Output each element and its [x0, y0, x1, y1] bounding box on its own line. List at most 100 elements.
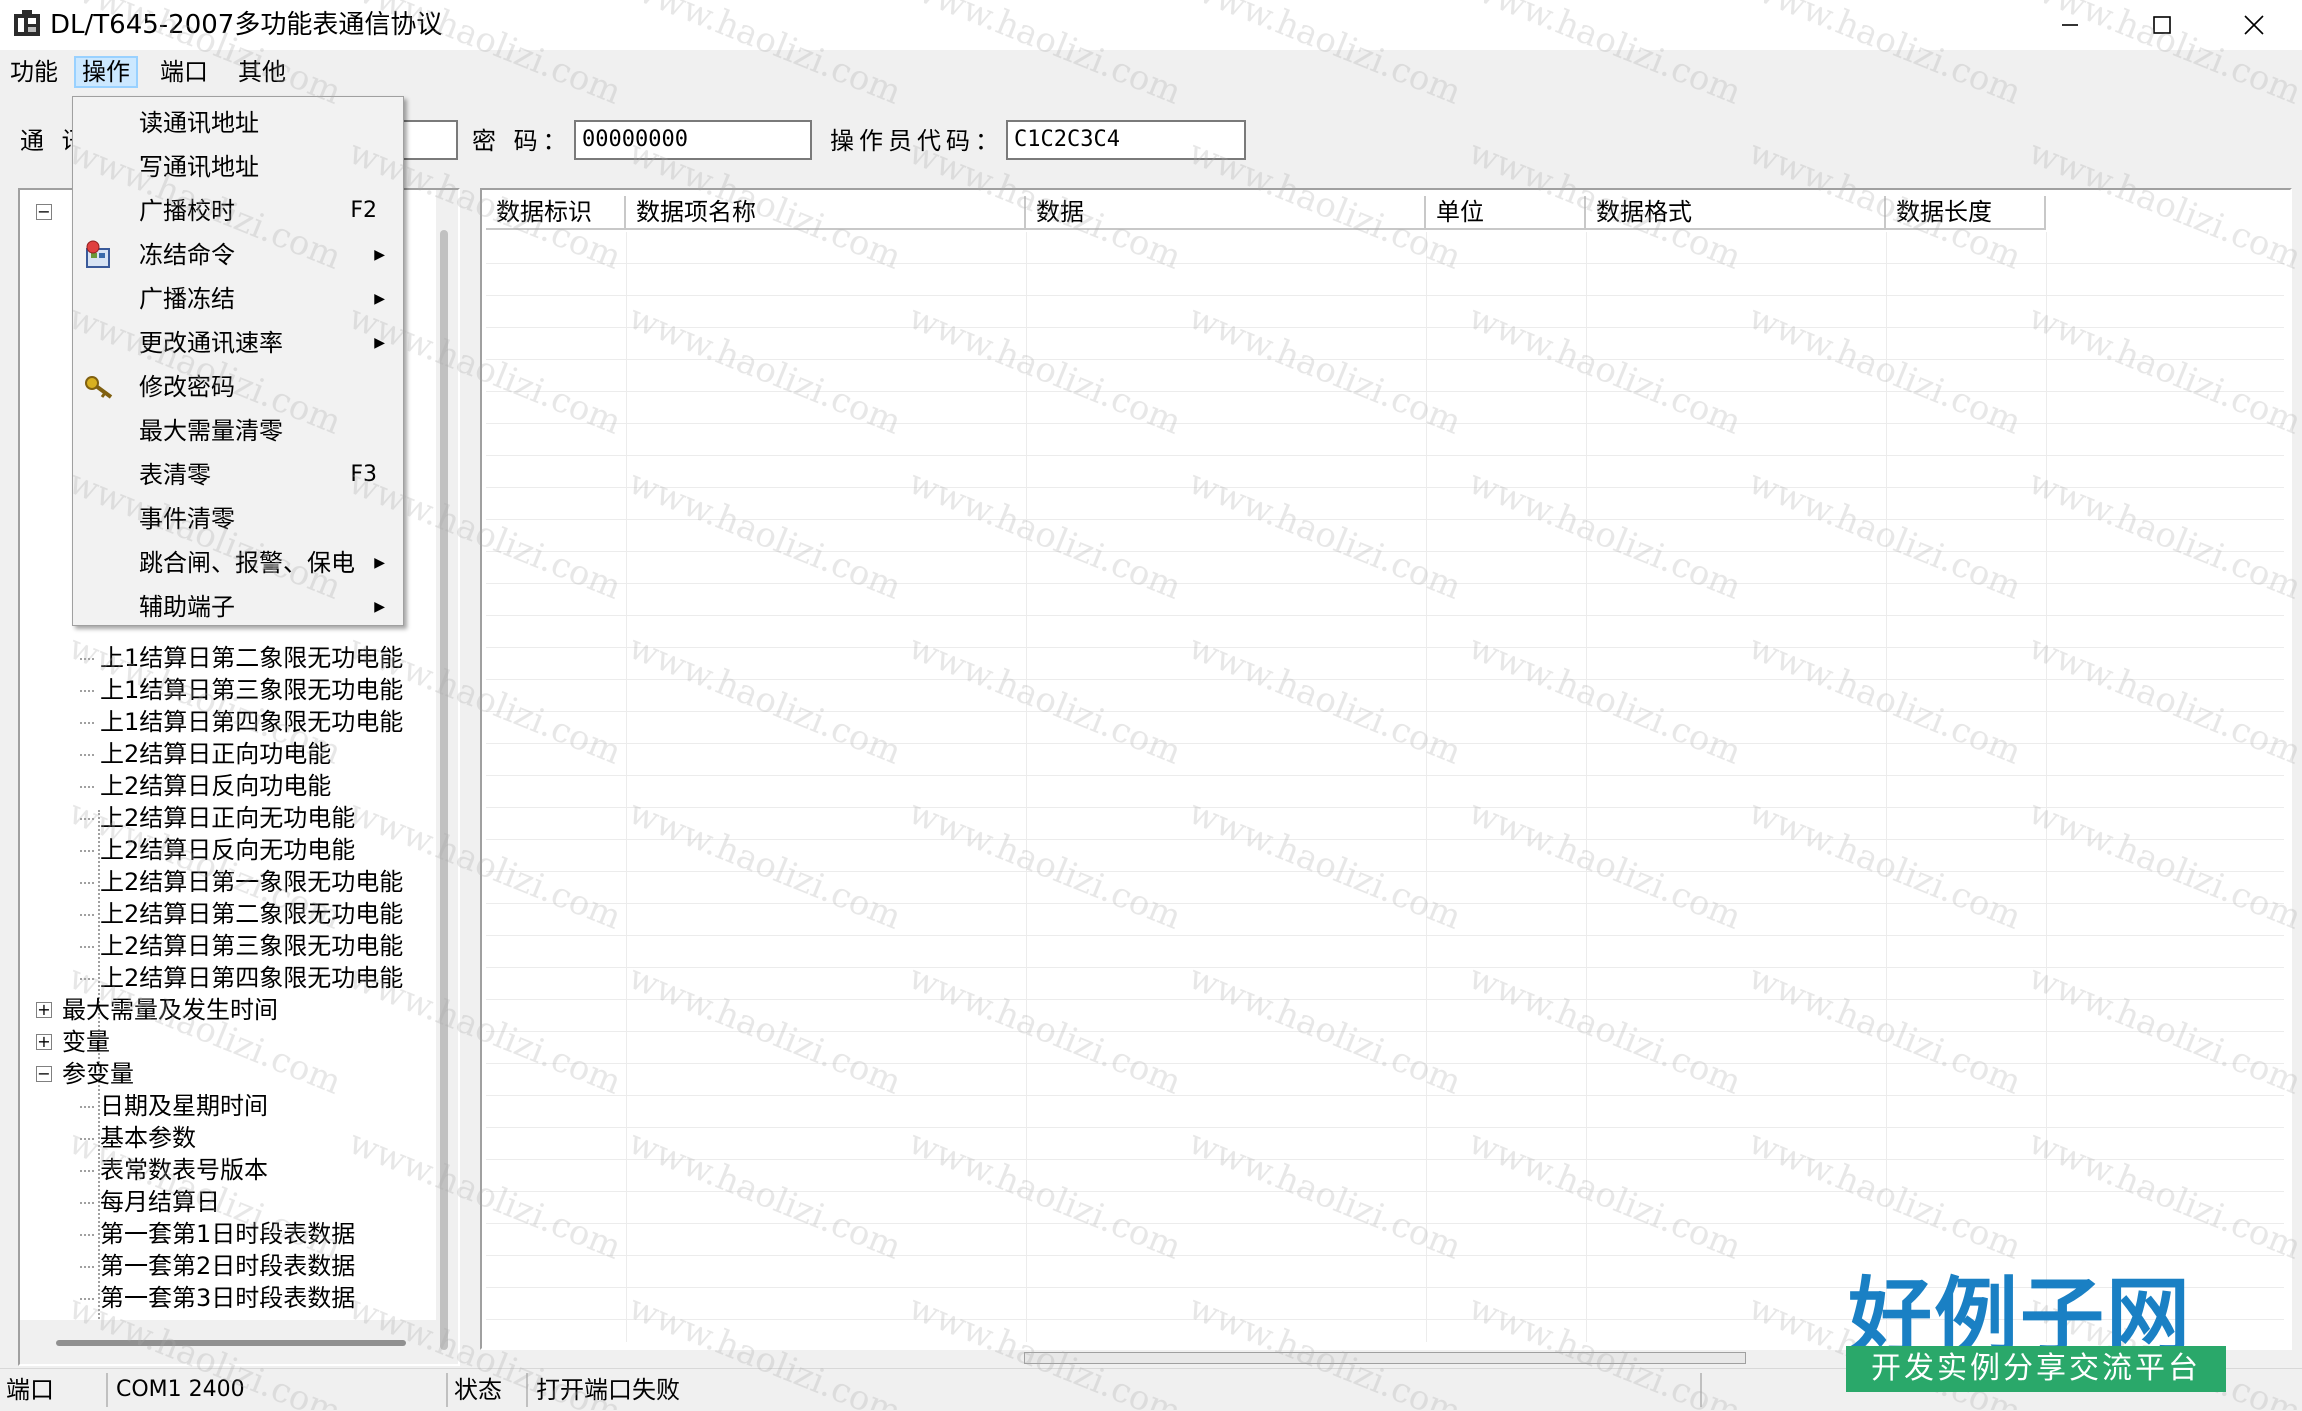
operator-label: 操作员代码： — [830, 127, 1004, 155]
tree-connector — [80, 1138, 94, 1140]
menu-item-label: 广播冻结 — [139, 285, 235, 313]
tree-expander[interactable]: + — [36, 1034, 52, 1050]
minimize-icon — [2062, 24, 2078, 26]
tree-item[interactable]: 第一套第2日时段表数据 — [100, 1250, 355, 1282]
menu-item[interactable]: 跳合闸、报警、保电 ▶ — [73, 541, 403, 585]
column-header-unit[interactable]: 单位 — [1426, 196, 1586, 230]
menu-item[interactable]: 最大需量清零 — [73, 409, 403, 453]
tree-item[interactable]: 上2结算日第二象限无功电能 — [100, 898, 403, 930]
tree-connector — [80, 1298, 94, 1300]
menu-item[interactable]: 读通讯地址 — [73, 101, 403, 145]
menu-item[interactable]: 冻结命令 ▶ — [73, 233, 403, 277]
column-header-item-name[interactable]: 数据项名称 — [626, 196, 1026, 230]
tree-item[interactable]: 上1结算日第二象限无功电能 — [100, 642, 403, 674]
grid-body[interactable] — [486, 232, 2284, 1342]
menu-port[interactable]: 端口 — [154, 56, 214, 88]
tree-item[interactable]: 变量 — [62, 1026, 110, 1058]
tree-expander[interactable]: − — [36, 1066, 52, 1082]
column-header-data[interactable]: 数据 — [1026, 196, 1426, 230]
maximize-icon — [2153, 16, 2171, 34]
menu-item[interactable]: 辅助端子 ▶ — [73, 585, 403, 629]
status-separator — [526, 1373, 528, 1407]
tree-item[interactable]: 每月结算日 — [100, 1186, 220, 1218]
menu-item[interactable]: 修改密码 — [73, 365, 403, 409]
tree-item[interactable]: 上1结算日第四象限无功电能 — [100, 706, 403, 738]
menu-item[interactable]: 更改通讯速率 ▶ — [73, 321, 403, 365]
menu-other[interactable]: 其他 — [232, 56, 292, 88]
status-port-value: COM1 2400 — [116, 1377, 245, 1402]
operation-menu-dropdown: 读通讯地址 写通讯地址 广播校时 F2 冻结命令 ▶ 广播冻结 ▶ 更改通讯速率 ▶ 修改密码 最大需… — [72, 96, 404, 626]
menu-item-label: 冻结命令 — [139, 241, 235, 269]
menu-item-label: 辅助端子 — [139, 593, 235, 621]
column-header-length[interactable]: 数据长度 — [1886, 196, 2046, 230]
logo-sub-text: 开发实例分享交流平台 — [1846, 1346, 2226, 1392]
tree-item[interactable]: 第一套第1日时段表数据 — [100, 1218, 355, 1250]
operator-input[interactable]: C1C2C3C4 — [1006, 120, 1246, 160]
tree-connector — [80, 882, 94, 884]
tree-item[interactable]: 日期及星期时间 — [100, 1090, 268, 1122]
tree-item[interactable]: 表常数表号版本 — [100, 1154, 268, 1186]
tree-expander[interactable]: − — [36, 204, 52, 220]
menu-bar: 功能 操作 端口 其他 — [0, 50, 2302, 94]
tree-expander[interactable]: + — [36, 1002, 52, 1018]
menu-item[interactable]: 写通讯地址 — [73, 145, 403, 189]
close-button[interactable] — [2208, 0, 2300, 50]
tree-item[interactable]: 上2结算日第一象限无功电能 — [100, 866, 403, 898]
status-state-value: 打开端口失败 — [536, 1376, 680, 1404]
menu-item-label: 表清零 — [139, 461, 211, 489]
tree-item[interactable]: 上2结算日正向无功电能 — [100, 802, 355, 834]
menu-function[interactable]: 功能 — [4, 56, 64, 88]
key-icon — [83, 371, 115, 403]
tree-connector — [80, 818, 94, 820]
tree-connector — [80, 1170, 94, 1172]
submenu-arrow-icon: ▶ — [374, 291, 385, 307]
submenu-arrow-icon: ▶ — [374, 599, 385, 615]
tree-connector — [80, 1202, 94, 1204]
menu-item-label: 更改通讯速率 — [139, 329, 283, 357]
tree-vertical-scroll-thumb[interactable] — [440, 230, 448, 1350]
menu-item[interactable]: 广播校时 F2 — [73, 189, 403, 233]
status-separator — [106, 1373, 108, 1407]
column-header-data-id[interactable]: 数据标识 — [486, 196, 626, 230]
data-grid[interactable]: 数据标识 数据项名称 数据 单位 数据格式 数据长度 — [480, 188, 2292, 1350]
menu-item-label: 修改密码 — [139, 373, 235, 401]
status-port-label: 端口 — [6, 1376, 54, 1404]
column-header-format[interactable]: 数据格式 — [1586, 196, 1886, 230]
tree-item[interactable]: 基本参数 — [100, 1122, 196, 1154]
freeze-icon — [83, 239, 115, 271]
menu-item[interactable]: 广播冻结 ▶ — [73, 277, 403, 321]
minimize-button[interactable] — [2024, 0, 2116, 50]
tree-connector — [80, 658, 94, 660]
submenu-arrow-icon: ▶ — [374, 555, 385, 571]
tree-connector — [80, 786, 94, 788]
tree-item[interactable]: 上2结算日正向功电能 — [100, 738, 331, 770]
tree-connector — [80, 754, 94, 756]
tree-horizontal-scroll-thumb[interactable] — [56, 1340, 406, 1346]
tree-item[interactable]: 最大需量及发生时间 — [62, 994, 278, 1026]
app-icon — [12, 8, 42, 38]
tree-item[interactable]: 参变量 — [62, 1058, 134, 1090]
close-icon — [2244, 15, 2264, 35]
password-input[interactable]: 00000000 — [574, 120, 812, 160]
tree-connector — [80, 1234, 94, 1236]
tree-item[interactable]: 上2结算日反向无功电能 — [100, 834, 355, 866]
horizontal-splitter[interactable] — [1024, 1352, 1746, 1364]
title-bar: DL/T645-2007多功能表通信协议 — [0, 0, 2302, 50]
tree-item[interactable]: 上1结算日第三象限无功电能 — [100, 674, 403, 706]
menu-item-label: 跳合闸、报警、保电 — [139, 549, 355, 577]
tree-item[interactable]: 上2结算日反向功电能 — [100, 770, 331, 802]
tree-item[interactable]: 第一套第3日时段表数据 — [100, 1282, 355, 1314]
maximize-button[interactable] — [2116, 0, 2208, 50]
menu-operation[interactable]: 操作 — [74, 56, 138, 88]
tree-connector — [80, 1106, 94, 1108]
menu-item[interactable]: 事件清零 — [73, 497, 403, 541]
status-separator — [446, 1373, 448, 1407]
tree-connector — [80, 690, 94, 692]
submenu-arrow-icon: ▶ — [374, 247, 385, 263]
status-separator — [1700, 1373, 1702, 1407]
tree-item[interactable]: 上2结算日第三象限无功电能 — [100, 930, 403, 962]
menu-item[interactable]: 表清零 F3 — [73, 453, 403, 497]
tree-item[interactable]: 上2结算日第四象限无功电能 — [100, 962, 403, 994]
menu-item-shortcut: F2 — [350, 198, 377, 223]
site-logo: 好例子网 开发实例分享交流平台 — [1846, 1250, 2226, 1400]
